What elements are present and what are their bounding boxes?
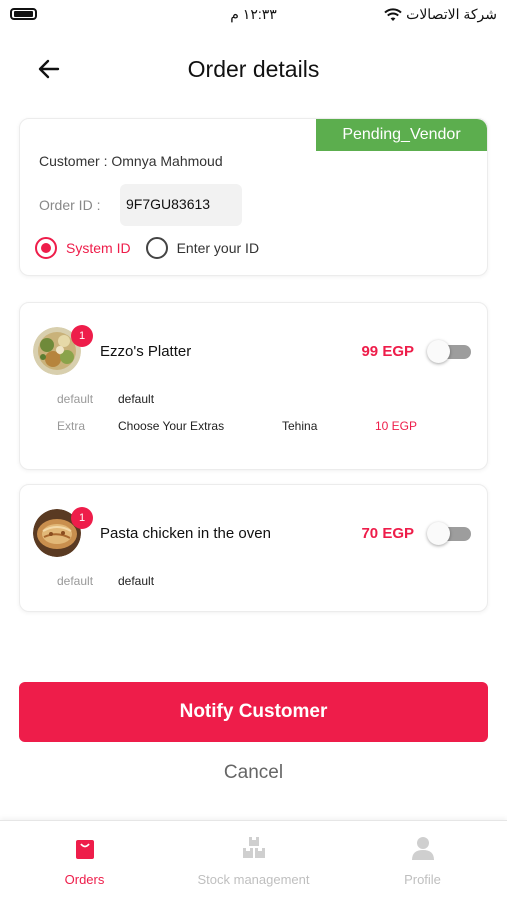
extra-choice: Tehina [282,419,318,433]
item-thumbnail: 1 [33,325,93,377]
option-value: default [118,574,155,588]
nav-item-orders[interactable]: Orders [0,821,169,900]
quantity-badge: 1 [71,507,93,529]
system-id-label: System ID [66,240,131,256]
option-value: default [118,392,155,406]
boxes-icon [242,837,265,858]
item-option-row: default default [57,392,154,406]
notify-customer-button[interactable]: Notify Customer [19,682,488,742]
nav-label-profile: Profile [404,872,441,887]
extra-price: 10 EGP [375,419,418,433]
item-toggle[interactable] [427,340,471,363]
status-bar: ١٢:٣٣ م شركة الاتصالات [0,0,507,30]
option-key: default [57,392,94,406]
enter-id-option[interactable]: Enter your ID [145,237,260,259]
id-type-radio-group: System ID Enter your ID [35,237,274,259]
nav-label-stock-management: Stock management [197,872,310,887]
item-name: Pasta chicken in the oven [100,525,271,542]
app-header: Order details [0,44,507,94]
customer-line: Customer : Omnya Mahmoud [39,153,223,169]
nav-item-stock-management[interactable]: Stock management [169,821,338,900]
radio-selected-icon[interactable] [35,237,57,259]
item-option-row: default default [57,574,154,588]
item-toggle[interactable] [427,522,471,545]
page-title: Order details [187,56,320,82]
radio-unselected-icon[interactable] [145,237,168,259]
item-thumbnail: 1 [33,507,93,559]
order-id-field[interactable]: 9F7GU83613 [120,184,242,226]
bag-icon [75,840,94,859]
status-badge: Pending_Vendor [316,119,487,151]
order-info-card: Pending_Vendor Customer : Omnya Mahmoud … [19,118,488,276]
item-price: 70 EGP [361,525,414,542]
enter-id-label: Enter your ID [176,240,260,256]
carrier-info: شركة الاتصالات [384,6,497,23]
carrier-name: شركة الاتصالات [406,6,497,22]
item-extra-row: Extra Choose Your Extras [57,419,224,433]
item-name: Ezzo's Platter [100,343,192,360]
nav-label-orders: Orders [64,872,105,887]
wifi-icon [384,7,402,21]
option-key: default [57,574,94,588]
toggle-thumb [427,522,450,545]
cancel-button[interactable]: Cancel [0,762,507,784]
customer-name: Omnya Mahmoud [111,153,223,169]
order-item-card: 1 Ezzo's Platter 99 EGP default default … [19,302,488,470]
nav-item-profile[interactable]: Profile [338,821,507,900]
option-key: Extra [57,419,86,433]
order-item-card: 1 Pasta chicken in the oven 70 EGP defau… [19,484,488,612]
toggle-thumb [427,340,450,363]
customer-label: Customer : [39,153,108,169]
option-value: Choose Your Extras [118,419,225,433]
item-price: 99 EGP [361,343,414,360]
quantity-badge: 1 [71,325,93,347]
bottom-nav: Orders Stock management Profile [0,820,507,900]
order-id-label: Order ID : [39,197,101,213]
person-icon [411,837,434,860]
system-id-option[interactable]: System ID [35,237,131,259]
